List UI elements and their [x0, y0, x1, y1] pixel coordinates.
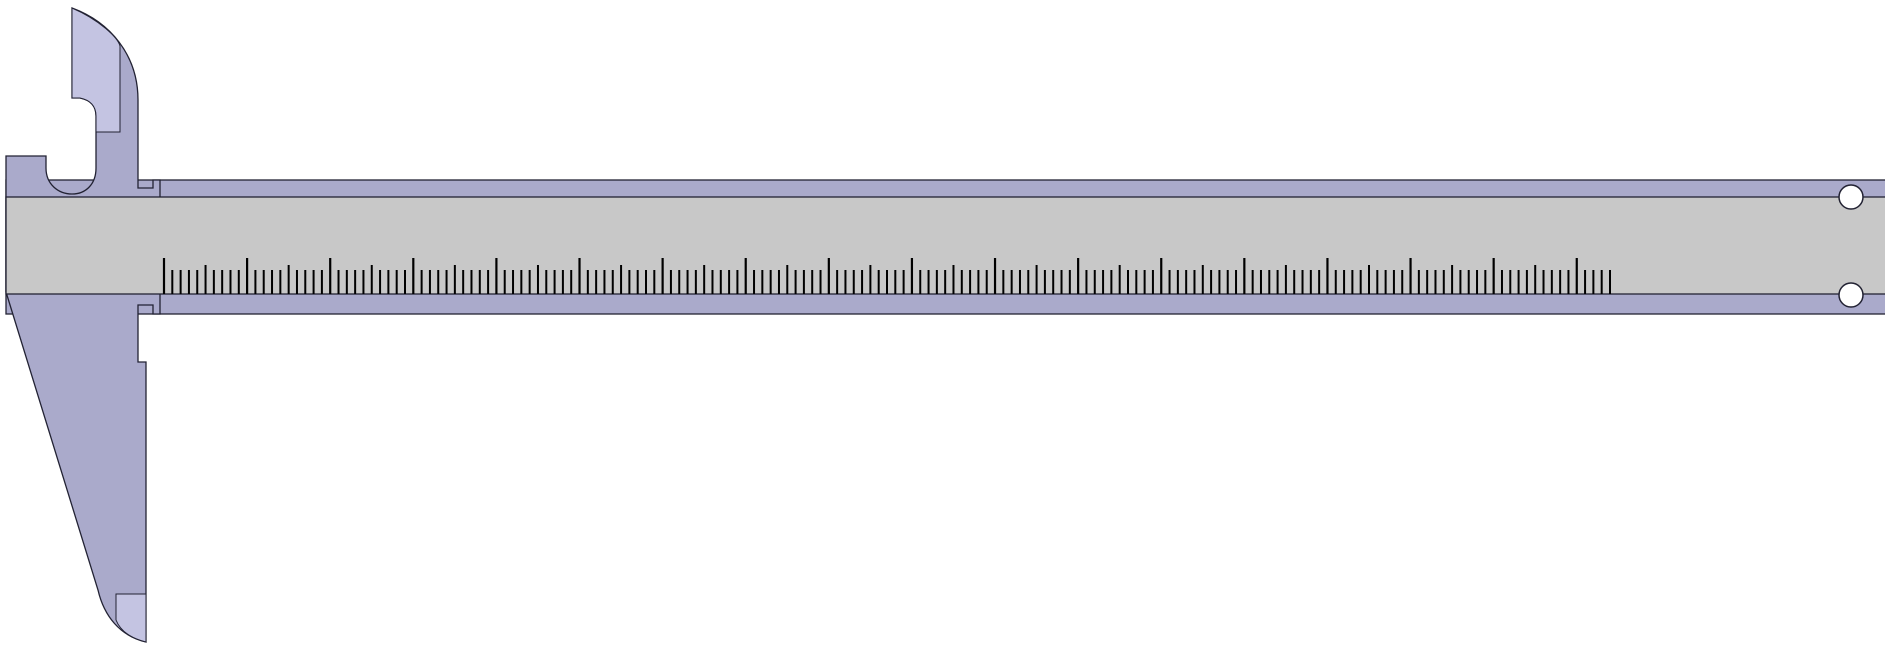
- beam-screw-bottom: [1838, 282, 1864, 308]
- fixed-jaw: [5, 7, 161, 643]
- caliper-drawing: [5, 7, 1885, 643]
- inside-jaw-upper: [71, 7, 121, 133]
- outside-jaw-lower: [115, 593, 147, 643]
- caliper-diagram: [0, 0, 1885, 648]
- beam-screw-top: [1838, 184, 1864, 210]
